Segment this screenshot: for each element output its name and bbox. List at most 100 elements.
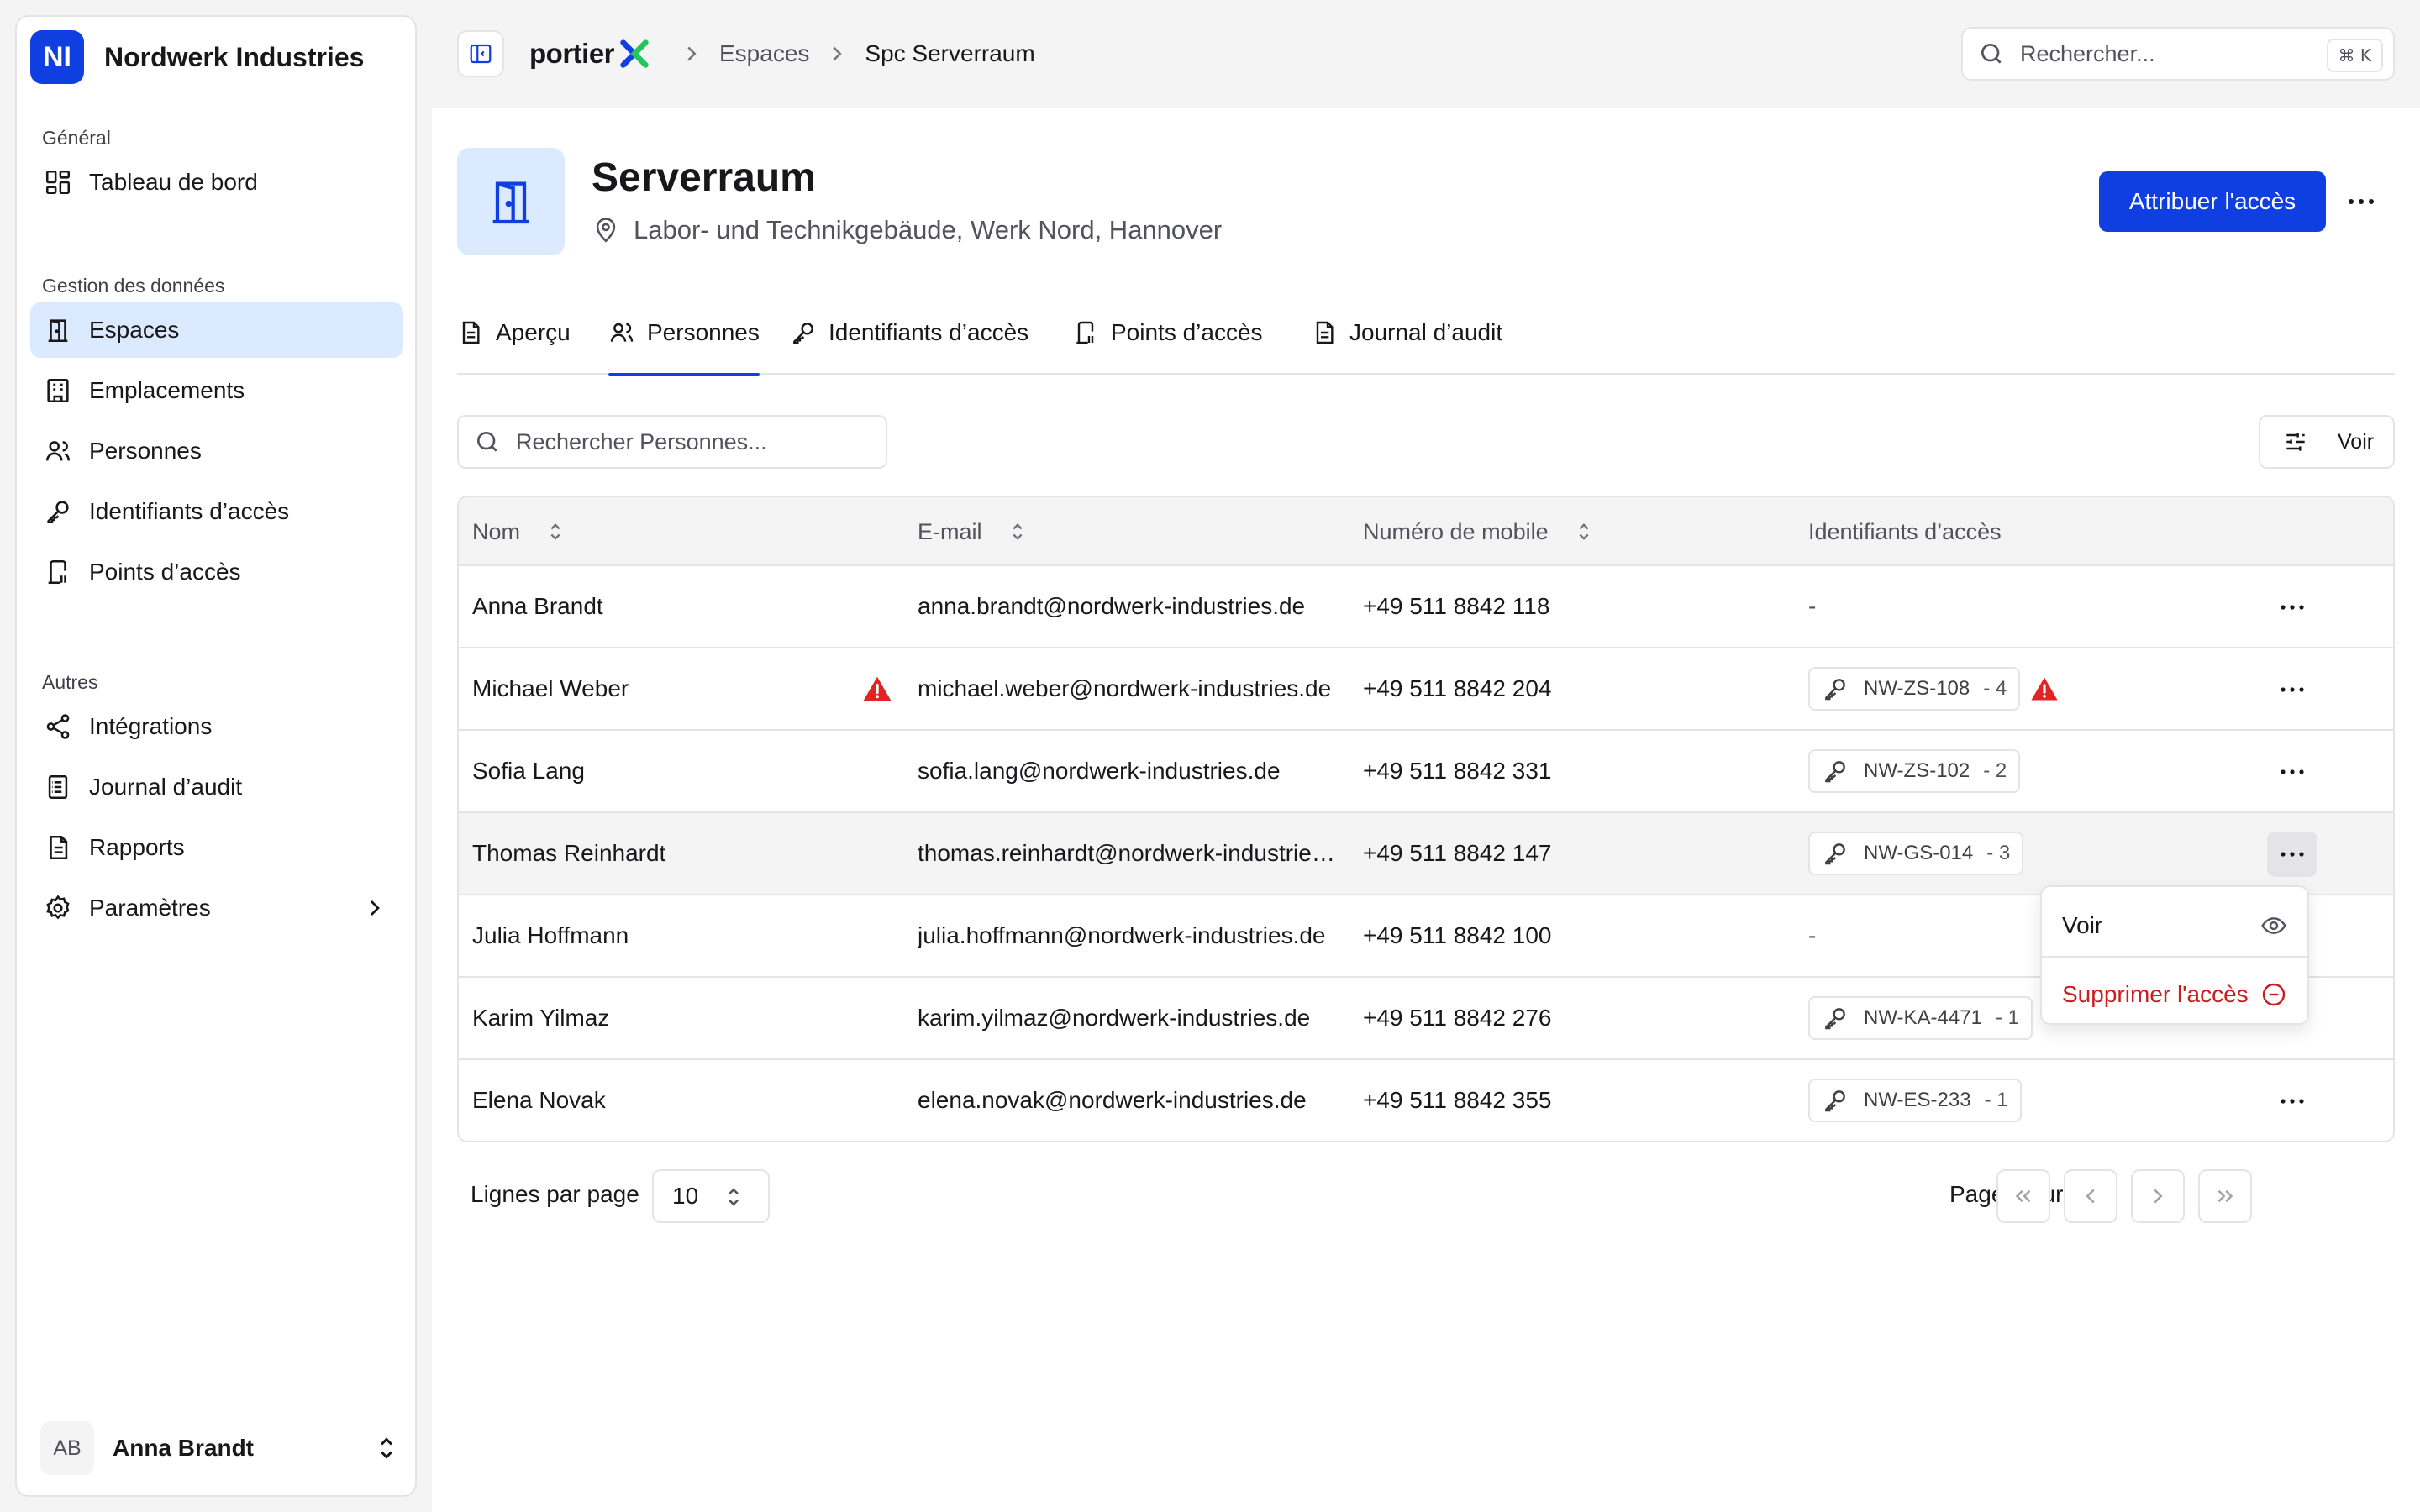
menu-item-label: Supprimer l'accès xyxy=(2062,981,2249,1007)
global-search-input[interactable]: Rechercher... ⌘ K xyxy=(1961,27,2395,81)
cell-name: Julia Hoffmann xyxy=(472,922,629,948)
table-row: Anna Brandt anna.brandt@nordwerk-industr… xyxy=(459,566,2393,648)
sidebar-item-parametres[interactable]: Paramètres xyxy=(30,880,403,936)
cell-name: Elena Novak xyxy=(472,1087,606,1113)
tab-points-acces[interactable]: Points d’accès xyxy=(1072,302,1263,375)
credential-count: - 1 xyxy=(1984,1089,2008,1111)
column-header-label: Identifiants d’accès xyxy=(1808,518,2002,544)
column-header-mobile[interactable]: Numéro de mobile xyxy=(1363,497,1596,566)
building-icon xyxy=(47,378,69,403)
tab-apercu[interactable]: Aperçu xyxy=(457,302,571,375)
cell-mobile: +49 511 8842 147 xyxy=(1363,840,1552,866)
table-row: Elena Novak elena.novak@nordwerk-industr… xyxy=(459,1060,2393,1141)
view-options-button[interactable]: Voir xyxy=(2259,415,2395,469)
log-icon xyxy=(48,774,68,800)
more-horizontal-icon xyxy=(2349,199,2374,204)
eye-icon xyxy=(2261,917,2286,934)
chevron-right-icon xyxy=(2154,1189,2163,1204)
rows-per-page-value: 10 xyxy=(672,1183,699,1209)
sidebar-item-label: Tableau de bord xyxy=(89,169,258,195)
door-icon xyxy=(492,181,529,224)
access-point-icon xyxy=(48,559,66,585)
credential-badge[interactable]: NW-GS-014 - 3 xyxy=(1808,832,2024,875)
tab-personnes[interactable]: Personnes xyxy=(608,302,760,376)
row-actions-button[interactable] xyxy=(2267,667,2317,712)
cell-name: Thomas Reinhardt xyxy=(472,840,666,866)
page-more-button[interactable] xyxy=(2344,185,2378,218)
user-menu[interactable]: AB Anna Brandt xyxy=(40,1416,402,1480)
breadcrumb-current: Spc Serverraum xyxy=(865,40,1035,66)
credential-badge[interactable]: NW-KA-4471 - 1 xyxy=(1808,996,2033,1040)
search-placeholder: Rechercher Personnes... xyxy=(516,428,767,454)
next-page-button[interactable] xyxy=(2131,1169,2185,1223)
brand-mark-icon xyxy=(620,39,649,68)
key-icon xyxy=(1825,761,1845,783)
menu-item-view[interactable]: Voir xyxy=(2042,899,2307,953)
search-icon xyxy=(477,432,497,452)
more-horizontal-icon xyxy=(2281,1099,2304,1104)
sidebar-item-label: Rapports xyxy=(89,834,185,860)
sidebar-item-label: Points d’accès xyxy=(89,559,241,585)
space-icon xyxy=(457,148,565,255)
credential-id: NW-ZS-102 xyxy=(1864,759,1970,782)
location-pin-icon xyxy=(596,218,616,243)
sidebar-toggle-button[interactable] xyxy=(457,30,504,77)
menu-separator xyxy=(2042,956,2307,958)
org-logo: NI xyxy=(30,30,84,84)
more-horizontal-icon xyxy=(2281,769,2304,774)
tab-journal[interactable]: Journal d’audit xyxy=(1311,302,1502,375)
tab-identifiants[interactable]: Identifiants d’accès xyxy=(790,302,1028,375)
main-content: portier Espaces Spc Serverraum Recherche… xyxy=(432,0,2420,1512)
nav-section-general: Général Tableau de bord xyxy=(30,121,403,215)
sidebar-item-label: Personnes xyxy=(89,438,202,464)
cell-mobile: +49 511 8842 276 xyxy=(1363,1005,1552,1031)
row-actions-button[interactable] xyxy=(2267,749,2317,795)
dashboard-icon xyxy=(45,170,71,195)
sidebar-item-espaces[interactable]: Espaces xyxy=(30,302,403,358)
search-icon xyxy=(1981,44,2002,64)
tab-label: Aperçu xyxy=(496,319,571,345)
org-switcher[interactable]: NI Nordwerk Industries xyxy=(30,30,364,84)
people-search-input[interactable]: Rechercher Personnes... xyxy=(457,415,887,469)
credential-badge[interactable]: NW-ZS-108 - 4 xyxy=(1808,667,2021,711)
document-icon xyxy=(1316,321,1334,344)
credential-count: - 1 xyxy=(1995,1006,2019,1029)
brand-logo[interactable]: portier xyxy=(529,37,651,71)
sidebar-item-points-acces[interactable]: Points d’accès xyxy=(30,544,403,600)
credential-badge[interactable]: NW-ES-233 - 1 xyxy=(1808,1079,2022,1122)
sidebar-item-dashboard[interactable]: Tableau de bord xyxy=(30,155,403,210)
sidebar-item-journal[interactable]: Journal d’audit xyxy=(30,759,403,815)
cell-email: thomas.reinhardt@nordwerk-industries.de xyxy=(918,840,1346,866)
row-actions-button[interactable] xyxy=(2267,1079,2317,1124)
menu-item-remove-access[interactable]: Supprimer l'accès xyxy=(2042,968,2307,1021)
rows-per-page-select[interactable]: 10 xyxy=(652,1169,770,1223)
table-row: Sofia Lang sofia.lang@nordwerk-industrie… xyxy=(459,731,2393,813)
sidebar-item-label: Intégrations xyxy=(89,713,213,739)
brand-name: portier xyxy=(529,38,615,69)
previous-page-button[interactable] xyxy=(2064,1169,2118,1223)
credential-badge[interactable]: NW-ZS-102 - 2 xyxy=(1808,749,2021,793)
sidebar-item-identifiants[interactable]: Identifiants d’accès xyxy=(30,484,403,539)
report-icon xyxy=(50,835,68,860)
row-actions-button[interactable] xyxy=(2267,585,2317,630)
sidebar-item-rapports[interactable]: Rapports xyxy=(30,820,403,875)
column-header-email[interactable]: E-mail xyxy=(918,497,1029,566)
chevron-right-icon xyxy=(833,46,842,61)
last-page-button[interactable] xyxy=(2198,1169,2252,1223)
key-icon xyxy=(1825,1008,1845,1030)
first-page-button[interactable] xyxy=(1996,1169,2050,1223)
cell-mobile: +49 511 8842 355 xyxy=(1363,1087,1552,1113)
sidebar-item-personnes[interactable]: Personnes xyxy=(30,423,403,479)
row-actions-button[interactable] xyxy=(2267,832,2317,877)
column-header-name[interactable]: Nom xyxy=(472,497,567,566)
tab-label: Points d’accès xyxy=(1111,319,1263,345)
sidebar-item-emplacements[interactable]: Emplacements xyxy=(30,363,403,418)
assign-access-button[interactable]: Attribuer l'accès xyxy=(2099,171,2326,232)
breadcrumb-link-espaces[interactable]: Espaces xyxy=(719,40,809,67)
key-icon xyxy=(1825,679,1845,701)
sidebar: NI Nordwerk Industries Général Tableau d… xyxy=(15,15,417,1497)
cell-mobile: +49 511 8842 204 xyxy=(1363,675,1552,701)
sidebar-toggle-icon xyxy=(470,44,492,64)
key-icon xyxy=(1825,843,1845,865)
sidebar-item-integrations[interactable]: Intégrations xyxy=(30,699,403,754)
